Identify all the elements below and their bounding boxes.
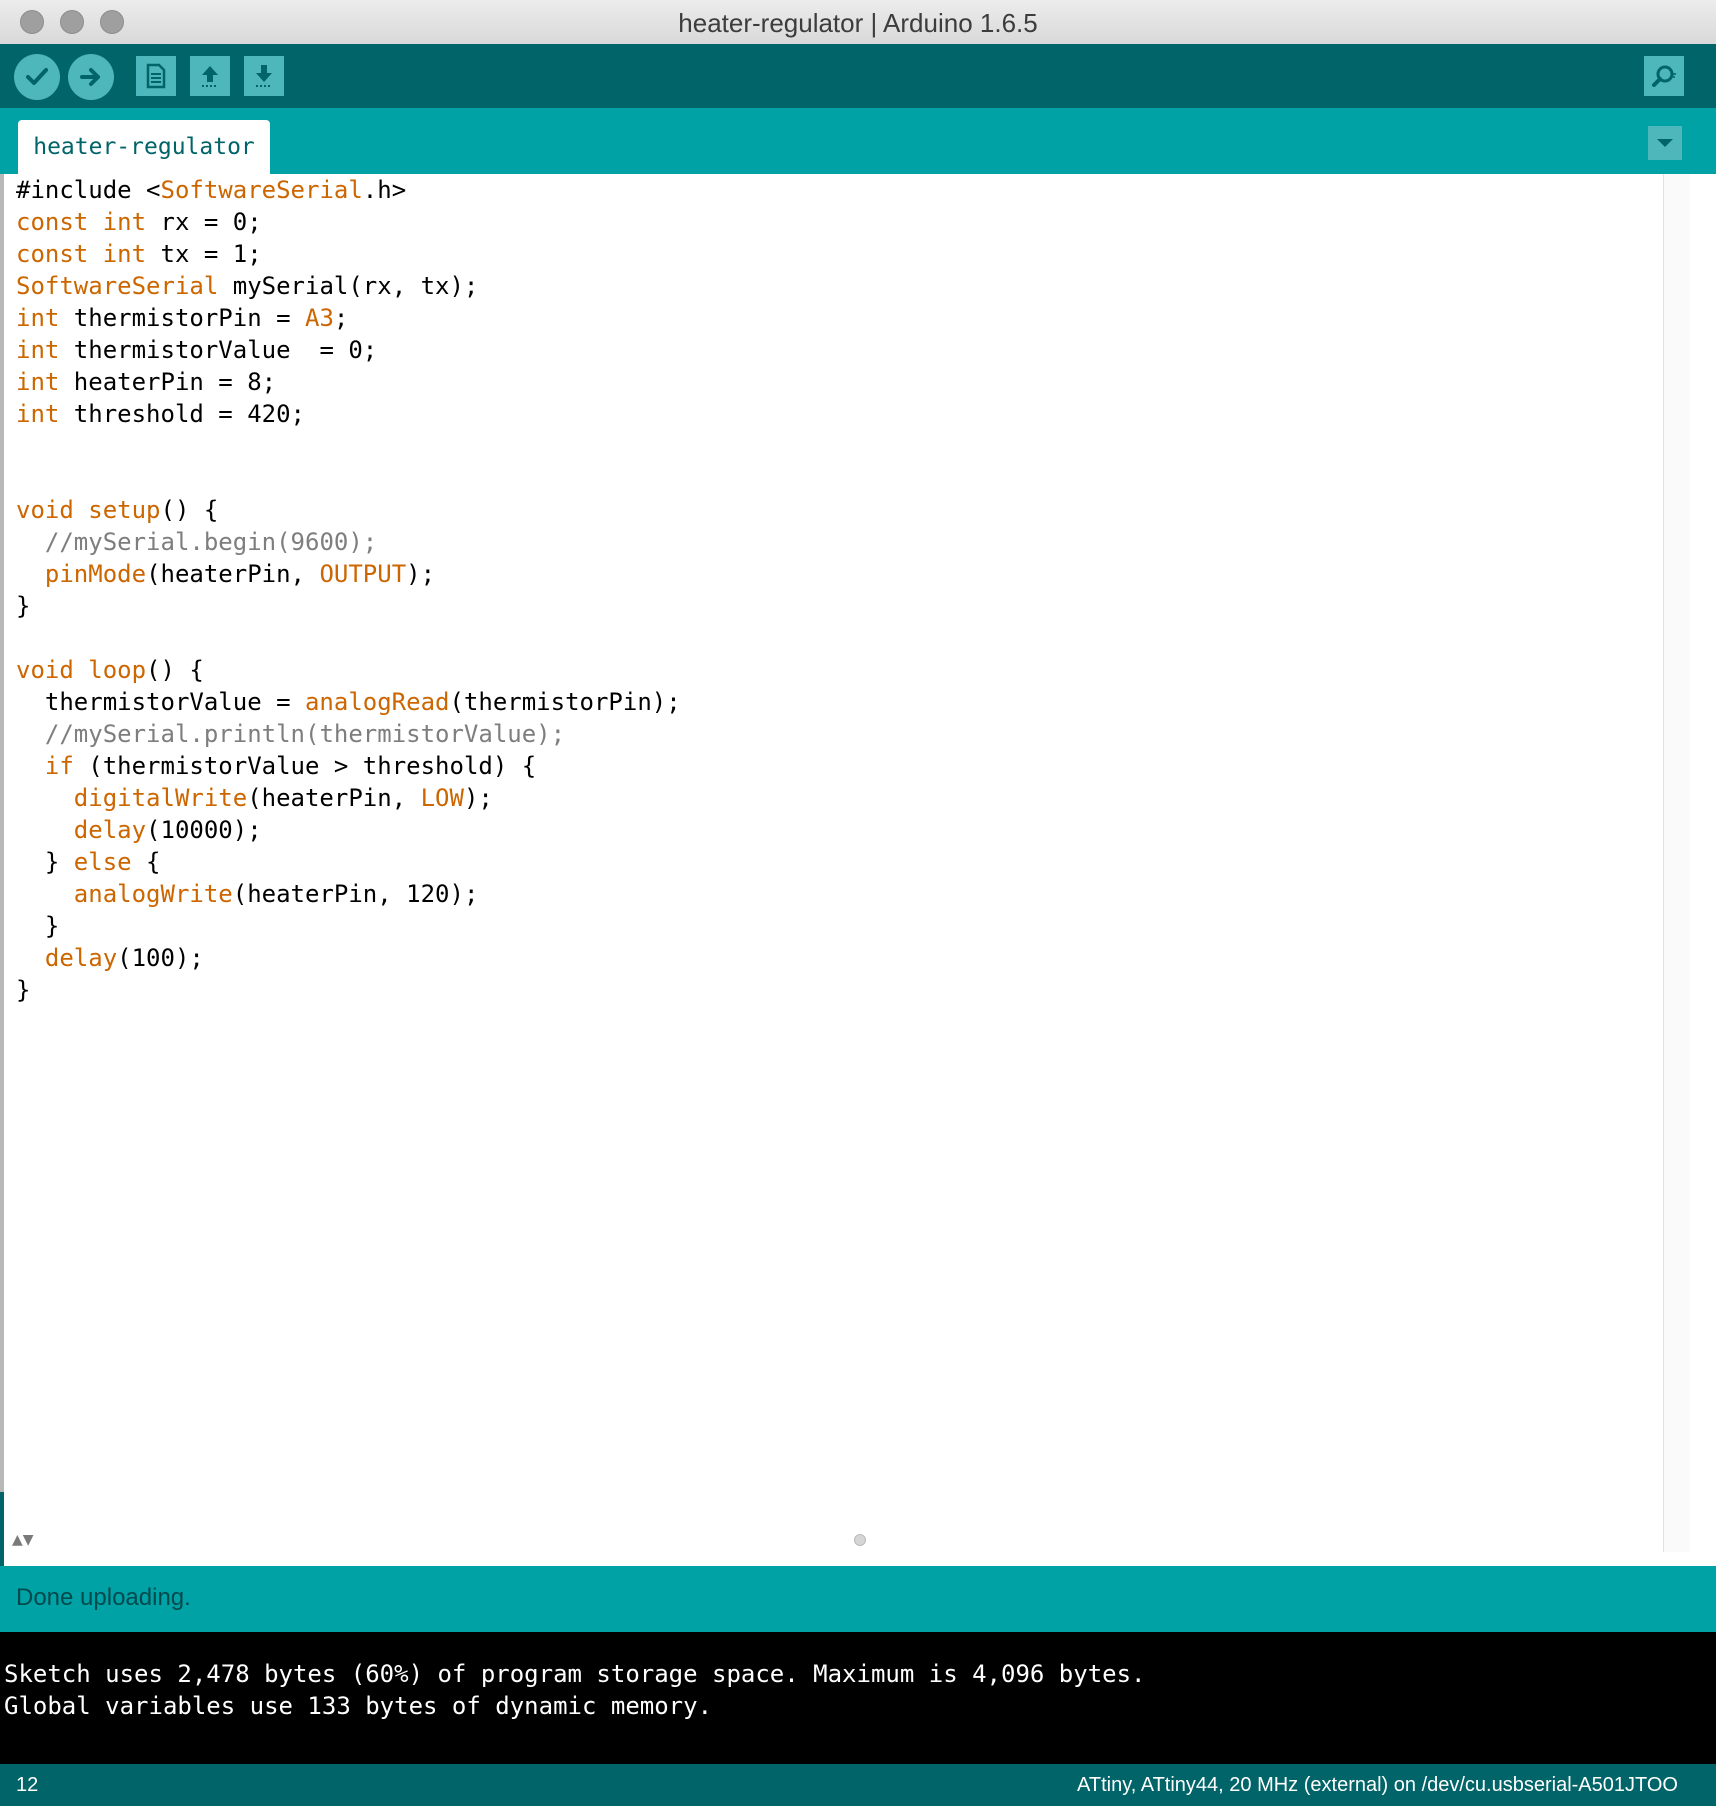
- toolbar: [0, 44, 1716, 108]
- window-title: heater-regulator | Arduino 1.6.5: [678, 8, 1038, 38]
- line-number: 12: [16, 1774, 39, 1796]
- document-icon: [146, 63, 166, 89]
- code-line[interactable]: int thermistorPin = A3;: [16, 302, 1690, 334]
- magnifier-icon: [1652, 65, 1676, 87]
- code-line[interactable]: [16, 622, 1690, 654]
- console-line: Sketch uses 2,478 bytes (60%) of program…: [4, 1660, 1146, 1688]
- code-text[interactable]: #include <SoftwareSerial.h> const int rx …: [4, 174, 1690, 1006]
- code-line[interactable]: void loop() {: [16, 654, 1690, 686]
- code-line[interactable]: const int rx = 0;: [16, 206, 1690, 238]
- console-output: Sketch uses 2,478 bytes (60%) of program…: [0, 1632, 1716, 1764]
- code-line[interactable]: thermistorValue = analogRead(thermistorP…: [16, 686, 1690, 718]
- upload-button[interactable]: [68, 54, 114, 100]
- resize-handle[interactable]: [854, 1534, 866, 1546]
- editor-vertical-scrollbar[interactable]: [1663, 174, 1690, 1552]
- tab-heater-regulator[interactable]: heater-regulator: [18, 120, 270, 174]
- code-line[interactable]: }: [16, 974, 1690, 1006]
- board-info: ATtiny, ATtiny44, 20 MHz (external) on /…: [1077, 1774, 1678, 1796]
- code-line[interactable]: int heaterPin = 8;: [16, 366, 1690, 398]
- code-line[interactable]: const int tx = 1;: [16, 238, 1690, 270]
- chevron-down-icon: [1657, 139, 1673, 147]
- code-editor[interactable]: #include <SoftwareSerial.h> const int rx …: [4, 174, 1690, 1552]
- code-line[interactable]: //mySerial.println(thermistorValue);: [16, 718, 1690, 750]
- code-line[interactable]: }: [16, 910, 1690, 942]
- code-line[interactable]: //mySerial.begin(9600);: [16, 526, 1690, 558]
- code-line[interactable]: pinMode(heaterPin, OUTPUT);: [16, 558, 1690, 590]
- open-sketch-button[interactable]: [190, 56, 230, 96]
- code-line[interactable]: SoftwareSerial mySerial(rx, tx);: [16, 270, 1690, 302]
- arrow-right-icon: [80, 68, 100, 86]
- code-line[interactable]: analogWrite(heaterPin, 120);: [16, 878, 1690, 910]
- footer-bar: 12 ATtiny, ATtiny44, 20 MHz (external) o…: [0, 1764, 1716, 1806]
- arrow-up-icon: [202, 66, 218, 87]
- code-line[interactable]: [16, 430, 1690, 462]
- arrow-down-icon: [256, 65, 272, 87]
- tab-menu-button[interactable]: [1648, 126, 1682, 160]
- code-line[interactable]: int thermistorValue = 0;: [16, 334, 1690, 366]
- code-line[interactable]: } else {: [16, 846, 1690, 878]
- code-line[interactable]: delay(100);: [16, 942, 1690, 974]
- title-bar: heater-regulator | Arduino 1.6.5: [0, 0, 1716, 45]
- code-line[interactable]: if (thermistorValue > threshold) {: [16, 750, 1690, 782]
- save-sketch-button[interactable]: [244, 56, 284, 96]
- serial-monitor-button[interactable]: [1644, 56, 1684, 96]
- tab-bar: heater-regulator: [0, 108, 1716, 174]
- scroll-arrows-icon[interactable]: ▲▼: [12, 1532, 34, 1548]
- code-line[interactable]: [16, 462, 1690, 494]
- verify-button[interactable]: [14, 54, 60, 100]
- code-line[interactable]: delay(10000);: [16, 814, 1690, 846]
- code-line[interactable]: }: [16, 590, 1690, 622]
- code-line[interactable]: void setup() {: [16, 494, 1690, 526]
- status-message: Done uploading.: [16, 1584, 191, 1611]
- arduino-ide-window: heater-regulator | Arduino 1.6.5 heater-…: [0, 0, 1716, 1806]
- code-line[interactable]: digitalWrite(heaterPin, LOW);: [16, 782, 1690, 814]
- console-line: Global variables use 133 bytes of dynami…: [4, 1692, 713, 1720]
- checkmark-icon: [26, 68, 48, 85]
- code-line[interactable]: #include <SoftwareSerial.h>: [16, 174, 1690, 206]
- status-bar: Done uploading.: [0, 1566, 1716, 1632]
- new-sketch-button[interactable]: [136, 56, 176, 96]
- code-line[interactable]: int threshold = 420;: [16, 398, 1690, 430]
